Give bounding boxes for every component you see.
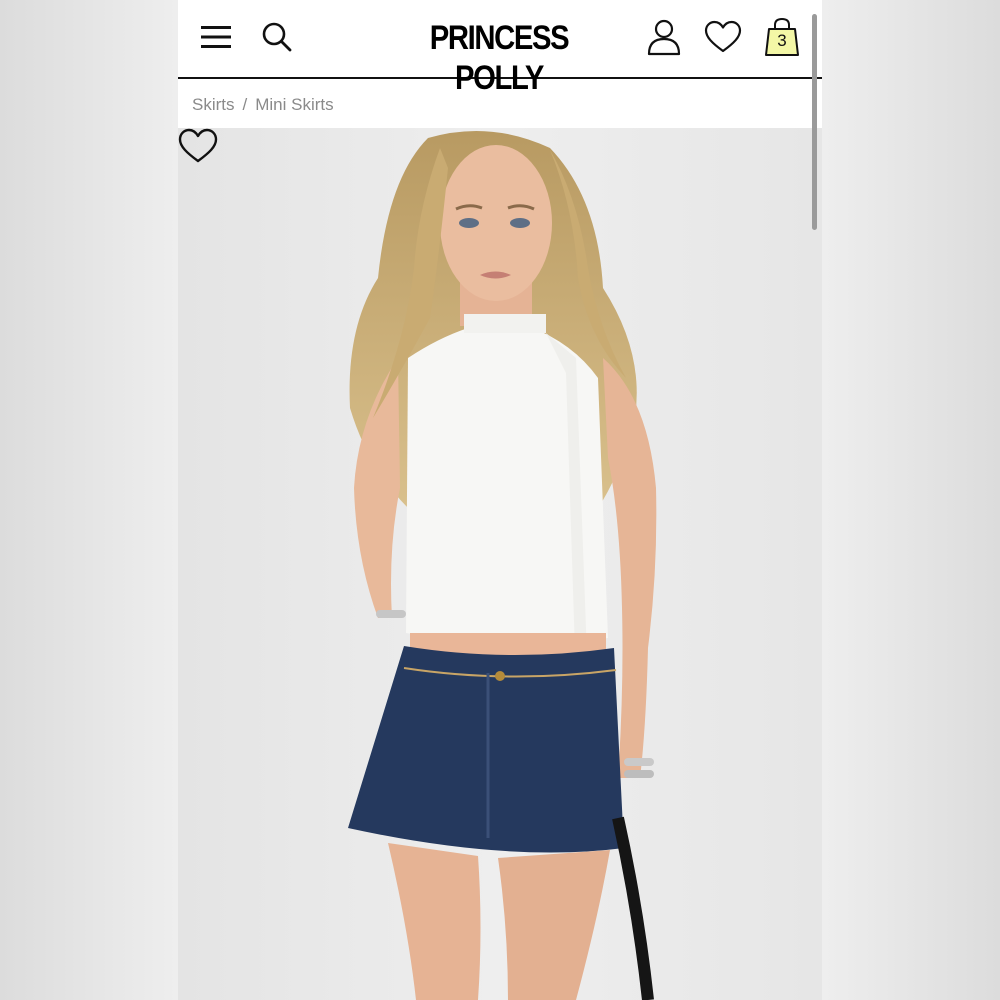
- breadcrumb: Skirts / Mini Skirts: [192, 92, 334, 118]
- heart-icon[interactable]: [178, 128, 218, 164]
- brand-logo[interactable]: PRINCESS POLLY: [400, 18, 598, 98]
- bag-count-badge: 3: [777, 31, 787, 50]
- product-page: PRINCESS POLLY 3 Skirts / Mini Skirts: [178, 0, 822, 1000]
- right-backdrop: [822, 0, 1000, 1000]
- breadcrumb-separator: /: [242, 95, 248, 114]
- model-photo: [178, 128, 822, 1000]
- product-image[interactable]: [178, 128, 822, 1000]
- account-icon[interactable]: [646, 18, 682, 56]
- heart-icon[interactable]: [704, 20, 742, 54]
- breadcrumb-skirts[interactable]: Skirts: [192, 92, 235, 118]
- breadcrumb-mini-skirts[interactable]: Mini Skirts: [255, 92, 333, 118]
- search-icon[interactable]: [261, 21, 293, 53]
- menu-icon[interactable]: [200, 24, 232, 50]
- shopping-bag-button[interactable]: 3: [764, 17, 800, 57]
- site-header: PRINCESS POLLY 3: [178, 0, 822, 97]
- scrollbar[interactable]: [812, 14, 817, 230]
- left-backdrop: [0, 0, 178, 1000]
